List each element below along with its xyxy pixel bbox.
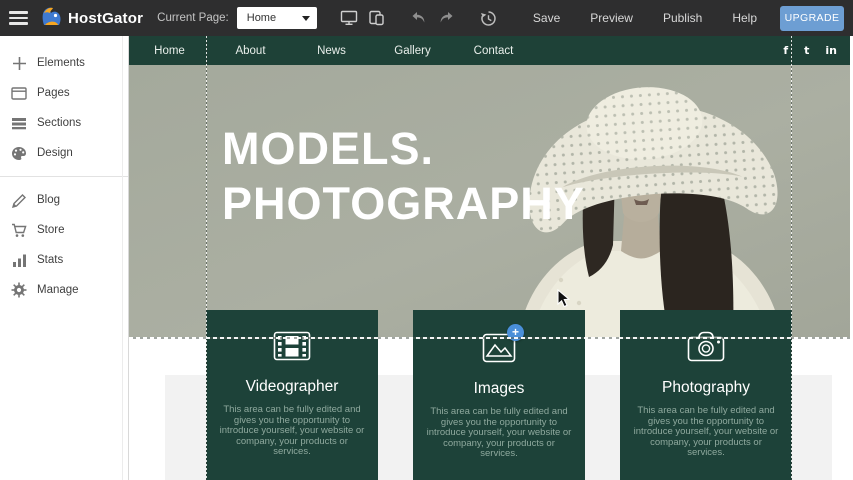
- cart-icon: [10, 221, 28, 239]
- card-body-text: This area can be fully edited and gives …: [413, 407, 585, 460]
- site-nav-home[interactable]: Home: [129, 45, 210, 57]
- page-select-value: Home: [247, 12, 276, 24]
- pages-icon: [10, 84, 28, 102]
- sidebar-item-design[interactable]: Design: [0, 138, 128, 168]
- add-element-plus-badge[interactable]: +: [507, 324, 524, 341]
- hero-title-line1: MODELS.: [222, 121, 585, 176]
- sidebar-item-label: Elements: [37, 57, 85, 69]
- publish-button[interactable]: Publish: [648, 11, 717, 25]
- sidebar-divider: [0, 176, 128, 177]
- card-title: Photography: [620, 379, 792, 397]
- feature-card-photography[interactable]: Photography This area can be fully edite…: [620, 310, 792, 480]
- sidebar-item-stats[interactable]: Stats: [0, 245, 128, 275]
- device-preview-icon[interactable]: [364, 5, 390, 31]
- palette-icon: [10, 144, 28, 162]
- sidebar-item-label: Blog: [37, 194, 60, 206]
- sidebar-item-label: Manage: [37, 284, 79, 296]
- plus-icon: [10, 54, 28, 72]
- pencil-icon: [10, 191, 28, 209]
- current-page-label: Current Page:: [157, 12, 229, 24]
- redo-icon[interactable]: [434, 5, 460, 31]
- sidebar-item-label: Sections: [37, 117, 81, 129]
- feature-card-images[interactable]: + Images This area can be fully edited a…: [413, 310, 585, 480]
- hero-title-line2: PHOTOGRAPHY: [222, 176, 585, 231]
- facebook-icon[interactable]: f: [783, 44, 788, 57]
- app-window: HostGator Current Page: Home: [0, 0, 853, 480]
- sidebar-item-pages[interactable]: Pages: [0, 78, 128, 108]
- sidebar-item-store[interactable]: Store: [0, 215, 128, 245]
- stats-icon: [10, 251, 28, 269]
- sidebar-item-manage[interactable]: Manage: [0, 275, 128, 305]
- sidebar-item-blog[interactable]: Blog: [0, 185, 128, 215]
- desktop-preview-icon[interactable]: [336, 5, 362, 31]
- gator-icon: [40, 5, 63, 32]
- feature-card-videographer[interactable]: Videographer This area can be fully edit…: [206, 310, 378, 480]
- twitter-icon[interactable]: t: [804, 44, 809, 57]
- sidebar-item-label: Design: [37, 147, 73, 159]
- site-navbar: Home About News Gallery Contact f t in: [129, 36, 850, 65]
- card-title: Videographer: [206, 378, 378, 396]
- sections-icon: [10, 114, 28, 132]
- sidebar-item-label: Store: [37, 224, 65, 236]
- site-nav-news[interactable]: News: [291, 45, 372, 57]
- camera-icon: [687, 331, 725, 362]
- sidebar-item-label: Stats: [37, 254, 63, 266]
- undo-icon[interactable]: [406, 5, 432, 31]
- hero-section[interactable]: MODELS. PHOTOGRAPHY: [129, 65, 850, 337]
- social-links: f t in: [783, 44, 850, 57]
- preview-button[interactable]: Preview: [575, 11, 648, 25]
- sidebar-item-sections[interactable]: Sections: [0, 108, 128, 138]
- linkedin-icon[interactable]: in: [825, 44, 837, 57]
- editor-sidebar: Elements Pages Sections Design: [0, 36, 129, 480]
- gear-icon: [10, 281, 28, 299]
- site-nav-contact[interactable]: Contact: [453, 45, 534, 57]
- card-body-text: This area can be fully edited and gives …: [206, 405, 378, 458]
- card-title: Images: [413, 380, 585, 398]
- help-button[interactable]: Help: [717, 11, 772, 25]
- card-body-text: This area can be fully edited and gives …: [620, 406, 792, 459]
- hero-title[interactable]: MODELS. PHOTOGRAPHY: [222, 121, 585, 231]
- sidebar-item-label: Pages: [37, 87, 70, 99]
- site-canvas: Home About News Gallery Contact f t in: [129, 36, 853, 480]
- page-select-dropdown[interactable]: Home: [237, 7, 317, 29]
- hostgator-logo[interactable]: HostGator: [40, 5, 143, 32]
- topbar-actions: Save Preview Publish Help UPGRADE: [336, 5, 853, 31]
- film-icon: [273, 331, 311, 361]
- brand-name: HostGator: [68, 10, 143, 27]
- site-nav-gallery[interactable]: Gallery: [372, 45, 453, 57]
- save-button[interactable]: Save: [518, 11, 575, 25]
- sidebar-item-elements[interactable]: Elements: [0, 48, 128, 78]
- history-icon[interactable]: [476, 5, 502, 31]
- site-nav-about[interactable]: About: [210, 45, 291, 57]
- chevron-down-icon: [302, 16, 310, 21]
- hamburger-menu-icon[interactable]: [0, 0, 34, 36]
- topbar: HostGator Current Page: Home: [0, 0, 853, 36]
- upgrade-button[interactable]: UPGRADE: [780, 6, 844, 31]
